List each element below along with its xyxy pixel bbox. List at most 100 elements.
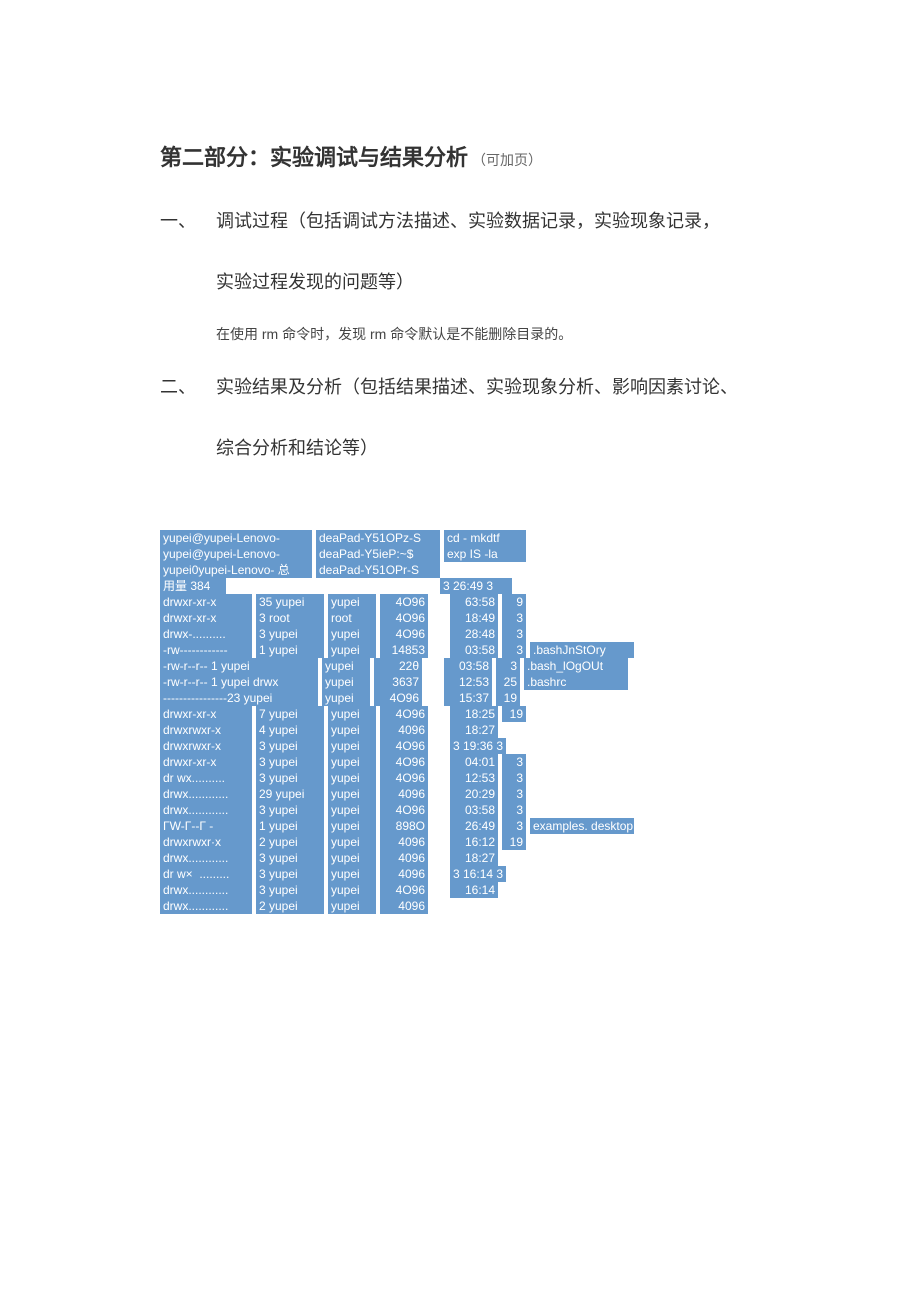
col-k: 3 19:36 3 xyxy=(450,738,506,754)
time: 03:58 xyxy=(450,802,498,818)
links-owner: 3 yupei xyxy=(256,626,324,642)
col-k: 3 xyxy=(496,658,520,674)
filename: .bashrc xyxy=(524,674,628,690)
group: yupei xyxy=(328,722,376,738)
terminal-row: drwx............2 yupeiyupei4096 xyxy=(160,898,790,914)
col-k: 3 16:14 3 xyxy=(450,866,506,882)
prompt-device: deaPad-Y5ieP:~$ xyxy=(316,546,440,562)
links-owner: 2 yupei xyxy=(256,898,324,914)
group: yupei xyxy=(328,898,376,914)
section-1-line2: 实验过程发现的问题等） xyxy=(216,261,790,304)
terminal-row: drwx............3 yupeiyupei4O96 16:14 xyxy=(160,882,790,898)
terminal-row: -rw------------1 yupeiyupei14853 03:583.… xyxy=(160,642,790,658)
prompt-host: yupei@yupei-Lenovo- xyxy=(160,530,312,546)
perm: ΓW-Γ--Γ - xyxy=(160,818,252,834)
group: yupei xyxy=(328,850,376,866)
note-rm-cmd-1: rm xyxy=(262,326,278,342)
col-k: 19 xyxy=(502,834,526,850)
group: yupei xyxy=(328,706,376,722)
perm: drwx............ xyxy=(160,898,252,914)
group: root xyxy=(328,610,376,626)
section-1: 一、调试过程（包括调试方法描述、实验数据记录，实验现象记录， xyxy=(160,200,790,243)
time: 18:27 xyxy=(450,722,498,738)
links-owner: 1 yupei xyxy=(256,642,324,658)
perm: drwx............ xyxy=(160,882,252,898)
time: 26:49 xyxy=(450,818,498,834)
group: yupei xyxy=(328,818,376,834)
col-k: 3 xyxy=(502,818,526,834)
links-owner: 3 yupei xyxy=(256,882,324,898)
group: yupei xyxy=(322,674,370,690)
size: 4O96 xyxy=(380,770,428,786)
links-owner: 1 yupei xyxy=(256,818,324,834)
terminal-row: drwx............3 yupeiyupei4O96 03:583 xyxy=(160,802,790,818)
terminal-screenshot: yupei@yupei-Lenovo-deaPad-Y51OPz-Scd - m… xyxy=(160,530,790,914)
terminal-row: drwxr-xr-x35 yupeiyupei4O96 63:589 xyxy=(160,594,790,610)
terminal-row: drwxrwxr-x3 yupeiyupei4O96 3 19:36 3 xyxy=(160,738,790,754)
top-time: 3 26:49 3 xyxy=(440,578,512,594)
prompt-device: deaPad-Y51OPz-S xyxy=(316,530,440,546)
links-owner: 35 yupei xyxy=(256,594,324,610)
terminal-row: yupei0yupei-Lenovo- 总deaPad-Y51OPr-S xyxy=(160,562,790,578)
size: 4O96 xyxy=(380,738,428,754)
col-k: 3 xyxy=(502,626,526,642)
perm: -rw------------ xyxy=(160,642,252,658)
section-2-line1: 实验结果及分析（包括结果描述、实验现象分析、影响因素讨论、 xyxy=(216,366,756,409)
section-2-number: 二、 xyxy=(160,366,216,409)
time: 12:53 xyxy=(450,770,498,786)
perm: ----------------23 yupei xyxy=(160,690,318,706)
links-owner: 7 yupei xyxy=(256,706,324,722)
section-2-line2: 综合分析和结论等） xyxy=(216,427,790,470)
title-main: 第二部分：实验调试与结果分析 xyxy=(160,145,468,170)
col-k: 25 xyxy=(496,674,520,690)
col-k: 19 xyxy=(496,690,520,706)
links-owner: 3 yupei xyxy=(256,802,324,818)
size: 14853 xyxy=(380,642,428,658)
col-k: 9 xyxy=(502,594,526,610)
perm: drwxr-xr-x xyxy=(160,754,252,770)
prompt-host: yupei0yupei-Lenovo- 总 xyxy=(160,562,312,578)
prompt-host: yupei@yupei-Lenovo- xyxy=(160,546,312,562)
perm: -rw-r--r-- 1 yupei xyxy=(160,658,318,674)
size: 4O96 xyxy=(380,626,428,642)
time: 15:37 xyxy=(444,690,492,706)
group: yupei xyxy=(328,866,376,882)
group: yupei xyxy=(328,786,376,802)
time: 03:58 xyxy=(444,658,492,674)
group: yupei xyxy=(322,658,370,674)
terminal-row: drwxr-xr-x7 yupeiyupei4O96 18:2519 xyxy=(160,706,790,722)
section-1-number: 一、 xyxy=(160,200,216,243)
group: yupei xyxy=(328,882,376,898)
time: 12:53 xyxy=(444,674,492,690)
time: 18:27 xyxy=(450,850,498,866)
perm: drwx............ xyxy=(160,850,252,866)
perm: dr wx.......... xyxy=(160,770,252,786)
note-mid: 命令时，发现 xyxy=(278,326,370,342)
size: 22θ xyxy=(374,658,422,674)
terminal-row: 用量 384 3 26:49 3 xyxy=(160,578,790,594)
links-owner: 3 yupei xyxy=(256,754,324,770)
size: 4O96 xyxy=(380,802,428,818)
title-sub: （可加页） xyxy=(472,152,542,168)
prompt-device: deaPad-Y51OPr-S xyxy=(316,562,440,578)
links-owner: 4 yupei xyxy=(256,722,324,738)
terminal-row: drwxrwxr·x2 yupeiyupei4096 16:1219 xyxy=(160,834,790,850)
terminal-row: ΓW-Γ--Γ -1 yupeiyupei898O 26:493examples… xyxy=(160,818,790,834)
size: 4O96 xyxy=(380,754,428,770)
time: 28:48 xyxy=(450,626,498,642)
time: 63:58 xyxy=(450,594,498,610)
size: 4O96 xyxy=(380,610,428,626)
terminal-row: dr w× .........3 yupeiyupei4096 3 16:14 … xyxy=(160,866,790,882)
terminal-row: drwxrwxr-x4 yupeiyupei4096 18:27 xyxy=(160,722,790,738)
size: 4O96 xyxy=(380,706,428,722)
links-owner: 3 yupei xyxy=(256,770,324,786)
section-2: 二、实验结果及分析（包括结果描述、实验现象分析、影响因素讨论、 xyxy=(160,366,790,409)
group: yupei xyxy=(328,738,376,754)
terminal-row: drwxr-xr-x3 rootroot4O96 18:493 xyxy=(160,610,790,626)
note-rm: 在使用 rm 命令时，发现 rm 命令默认是不能删除目录的。 xyxy=(216,322,790,347)
time: 18:49 xyxy=(450,610,498,626)
terminal-row: yupei@yupei-Lenovo-deaPad-Y51OPz-Scd - m… xyxy=(160,530,790,546)
note-rm-cmd-2: rm xyxy=(370,326,386,342)
group: yupei xyxy=(328,642,376,658)
filename: .bashJnStOry xyxy=(530,642,634,658)
